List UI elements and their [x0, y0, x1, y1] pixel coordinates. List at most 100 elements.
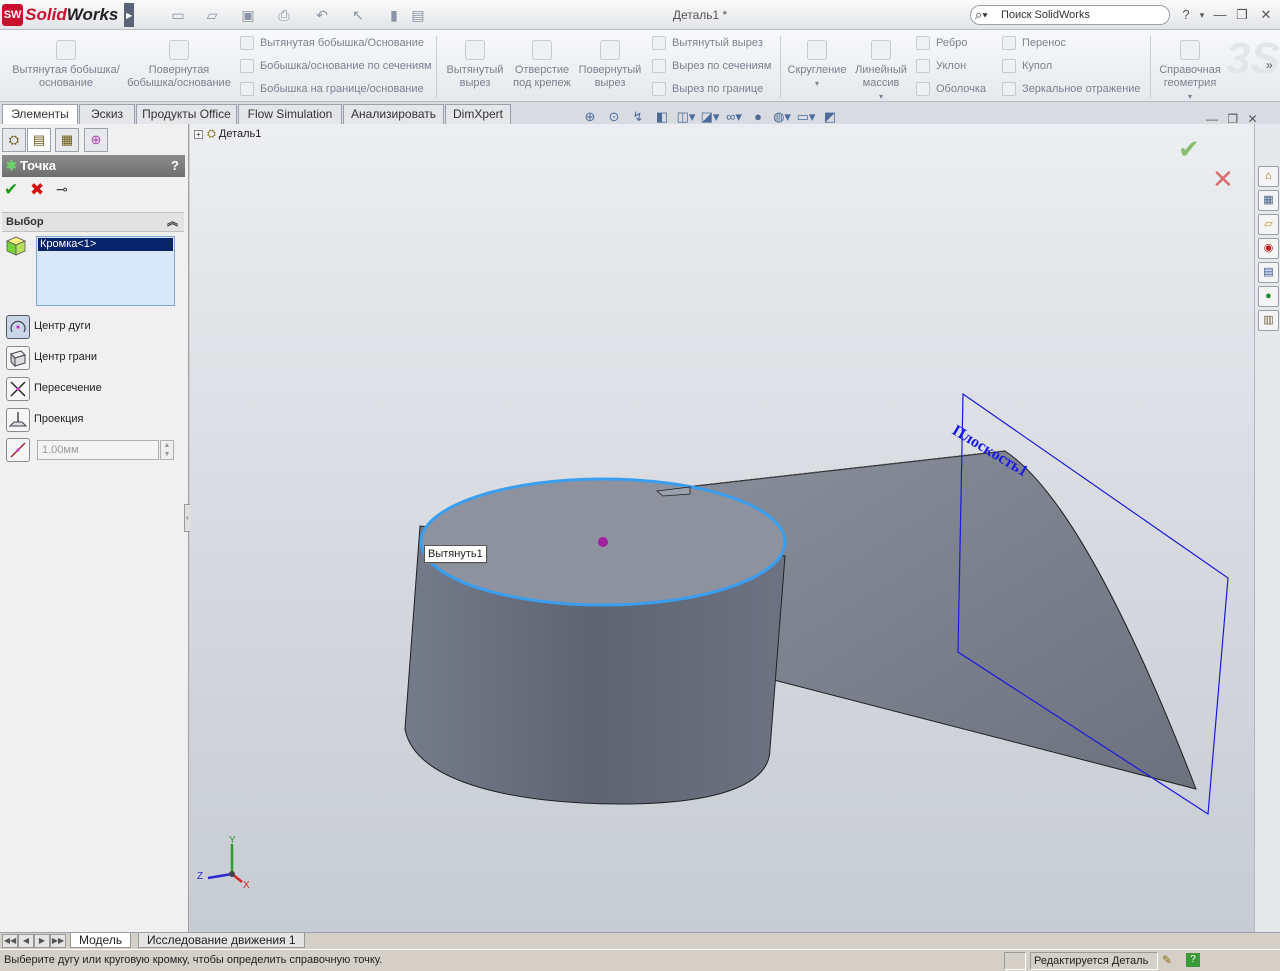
projection-icon[interactable] — [6, 408, 30, 432]
sw-logo-icon: SW — [2, 4, 24, 26]
revolve-cut-button[interactable]: Повернутый вырез — [576, 40, 644, 90]
confirm-corner-cancel-icon[interactable]: ✕ — [1212, 164, 1234, 195]
tab-dimxpert[interactable]: DimXpert — [445, 104, 511, 124]
view-settings-icon[interactable]: ▭▾ — [796, 108, 816, 126]
selection-section-header[interactable]: Выбор ︽ — [2, 212, 184, 232]
select-pointer-icon[interactable]: ↖ — [346, 6, 370, 24]
revolve-boss-button[interactable]: Повернутая бобышка/основание — [124, 40, 234, 90]
new-document-icon[interactable]: ▭ — [166, 6, 190, 24]
view-orientation-icon[interactable]: ◫▾ — [676, 108, 696, 126]
rebuild-icon[interactable]: ▮ — [382, 6, 406, 24]
option-face-center[interactable]: Центр грани — [6, 346, 184, 370]
3d-view-icon[interactable]: ◩ — [820, 108, 840, 126]
dome-button[interactable]: Купол — [1002, 57, 1052, 75]
option-intersection[interactable]: Пересечение — [6, 377, 184, 401]
edit-appearance-icon[interactable]: ● — [748, 108, 768, 126]
distance-along-curve-icon[interactable] — [6, 438, 30, 462]
expand-tree-icon[interactable]: + — [194, 129, 203, 139]
menu-expand-icon[interactable]: ▶ — [124, 3, 134, 27]
minimize-window-icon[interactable]: — — [1210, 6, 1230, 24]
save-icon[interactable]: ▣ — [236, 6, 260, 24]
property-manager-tab-icon[interactable]: ▤ — [27, 128, 51, 152]
collapse-section-icon[interactable]: ︽ — [167, 213, 178, 231]
tab-features[interactable]: Элементы — [2, 104, 78, 125]
search-input[interactable]: Поиск SolidWorks — [970, 5, 1170, 25]
print-icon[interactable]: ⎙ — [272, 6, 296, 24]
custom-properties-icon[interactable]: ▥ — [1258, 310, 1279, 331]
reference-geometry-button[interactable]: Справочная геометрия ▾ — [1154, 40, 1226, 103]
first-tab-icon[interactable]: ◀◀ — [2, 934, 18, 948]
distance-spinner[interactable]: ▲ ▼ — [160, 440, 174, 460]
confirm-corner-ok-icon[interactable]: ✔ — [1178, 134, 1200, 165]
options-icon[interactable]: ▤ — [406, 6, 430, 24]
task-pane: ⌂ ▦ ▱ ◉ ▤ ● ▥ — [1254, 124, 1280, 932]
close-window-icon[interactable]: ✕ — [1256, 6, 1276, 24]
file-explorer-icon[interactable]: ▱ — [1258, 214, 1279, 235]
cancel-x-icon[interactable]: ✖ — [30, 180, 44, 200]
draft-button[interactable]: Уклон — [916, 57, 966, 75]
design-library-icon[interactable]: ▦ — [1258, 190, 1279, 211]
previous-view-icon[interactable]: ↯ — [628, 108, 648, 126]
feature-tree-flyout[interactable]: + ⛭ Деталь1 — [194, 128, 261, 141]
tab-office-products[interactable]: Продукты Office — [136, 104, 237, 124]
help-dropdown-icon[interactable]: ▾ — [1192, 6, 1212, 24]
sweep-boss-button[interactable]: Вытянутая бобышка/Основание — [240, 34, 424, 52]
face-center-icon[interactable] — [6, 346, 30, 370]
undo-icon[interactable]: ↶ — [310, 6, 334, 24]
selection-list-item[interactable]: Кромка<1> — [38, 238, 173, 251]
zoom-to-area-icon[interactable]: ⊙ — [604, 108, 624, 126]
restore-window-icon[interactable]: ❐ — [1232, 6, 1252, 24]
toolbar-scroll-right-icon[interactable]: » — [1266, 58, 1273, 72]
tab-flow-simulation[interactable]: Flow Simulation — [238, 104, 342, 124]
solidworks-resources-icon[interactable]: ⌂ — [1258, 166, 1279, 187]
sweep-cut-button[interactable]: Вытянутый вырез — [652, 34, 763, 52]
loft-cut-button[interactable]: Вырез по сечениям — [652, 57, 771, 75]
tab-model[interactable]: Модель — [70, 933, 132, 948]
tab-sketch[interactable]: Эскиз — [79, 104, 135, 124]
hide-show-items-icon[interactable]: ∞▾ — [724, 108, 744, 126]
extrude-boss-button[interactable]: Вытянутая бобышка/основание — [8, 40, 124, 90]
distance-input[interactable]: 1.00мм — [37, 440, 159, 460]
last-tab-icon[interactable]: ▶▶ — [50, 934, 66, 948]
rebuild-status-icon[interactable]: ✎ — [1162, 953, 1172, 967]
display-style-icon[interactable]: ◪▾ — [700, 108, 720, 126]
loft-boss-button[interactable]: Бобышка/основание по сечениям — [240, 57, 432, 75]
tab-evaluate[interactable]: Анализировать — [343, 104, 444, 124]
tab-motion-study[interactable]: Исследование движения 1 — [138, 933, 305, 948]
boundary-boss-button[interactable]: Бобышка на границе/основание — [240, 80, 424, 98]
shell-button[interactable]: Оболочка — [916, 80, 986, 98]
boundary-cut-button[interactable]: Вырез по границе — [652, 80, 763, 98]
zoom-to-fit-icon[interactable]: ⊕ — [580, 108, 600, 126]
solidworks-logo[interactable]: SW SolidWorks ▶ — [2, 3, 134, 27]
fillet-button[interactable]: Скругление ▾ — [784, 40, 850, 90]
appearances-icon[interactable]: ● — [1258, 286, 1279, 307]
section-view-icon[interactable]: ◧ — [652, 108, 672, 126]
search-results-icon[interactable]: ◉ — [1258, 238, 1279, 259]
apply-scene-icon[interactable]: ◍▾ — [772, 108, 792, 126]
wrap-button[interactable]: Перенос — [1002, 34, 1066, 52]
intersection-icon[interactable] — [6, 377, 30, 401]
ok-checkmark-icon[interactable]: ✔ — [4, 180, 18, 200]
viewport-minimize-icon[interactable]: — — [1206, 112, 1218, 126]
dimxpert-tab-icon[interactable]: ⊕ — [84, 128, 108, 152]
hole-wizard-button[interactable]: Отверстие под крепеж — [510, 40, 574, 90]
open-document-icon[interactable]: ▱ — [200, 6, 224, 24]
prev-tab-icon[interactable]: ◀ — [18, 934, 34, 948]
feature-tree-tab-icon[interactable]: ⛭ — [2, 128, 26, 152]
configuration-tab-icon[interactable]: ▦ — [55, 128, 79, 152]
option-projection[interactable]: Проекция — [6, 408, 184, 432]
mirror-button[interactable]: Зеркальное отражение — [1002, 80, 1141, 98]
help-status-icon[interactable]: ? — [1186, 953, 1200, 967]
help-icon[interactable]: ? — [171, 155, 179, 177]
linear-pattern-button[interactable]: Линейный массив ▾ — [852, 40, 910, 103]
view-palette-icon[interactable]: ▤ — [1258, 262, 1279, 283]
search-icon[interactable]: ⌕▾ — [975, 7, 988, 23]
option-arc-center[interactable]: Центр дуги — [6, 315, 184, 339]
rib-button[interactable]: Ребро — [916, 34, 967, 52]
extrude-cut-button[interactable]: Вытянутый вырез — [442, 40, 508, 90]
arc-center-icon[interactable] — [6, 315, 30, 339]
viewport-restore-icon[interactable]: ❐ — [1227, 112, 1238, 126]
tree-root-label[interactable]: Деталь1 — [219, 128, 262, 140]
pushpin-icon[interactable]: ⊸ — [56, 181, 68, 198]
next-tab-icon[interactable]: ▶ — [34, 934, 50, 948]
